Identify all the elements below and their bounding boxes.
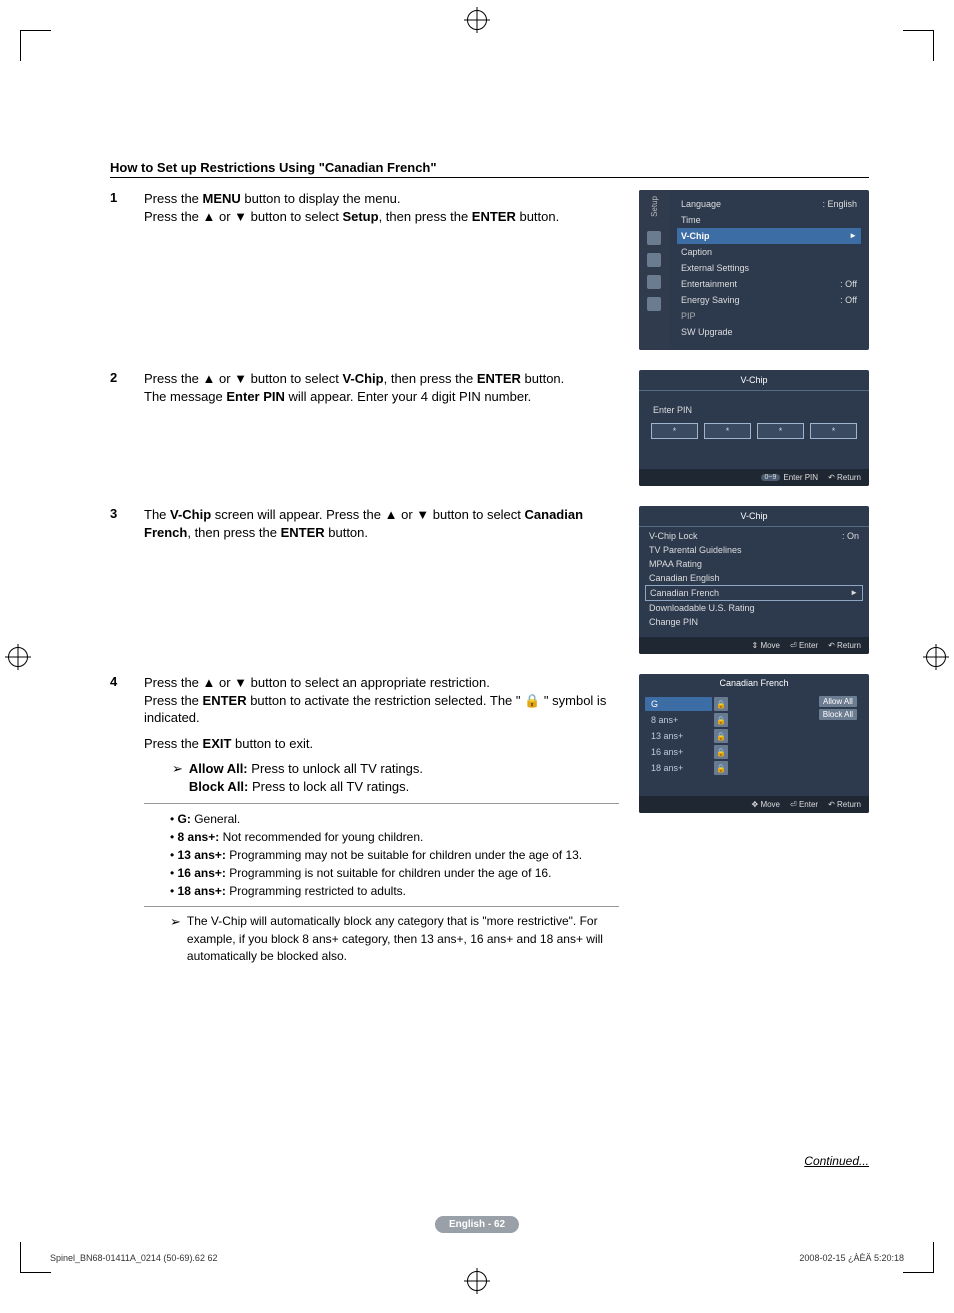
continued-label: Continued... [804,1154,869,1168]
osd-canadian-french: Canadian French G🔒 8 ans+🔒 13 ans+🔒 16 a… [639,674,869,813]
osd-setup-menu: Setup Language: English Time V-Chip► Cap… [639,190,869,350]
osd-title: V-Chip [639,506,869,527]
rating-row-8ans[interactable]: 8 ans+🔒 [645,712,819,728]
step-text: Press the ▲ or ▼ button to select an app… [144,674,619,965]
footer-right: 2008-02-15 ¿ÀÈÄ 5:20:18 [799,1253,904,1263]
menu-item-caption[interactable]: Caption [677,244,861,260]
block-all-button[interactable]: Block All [819,709,857,720]
footer-enter: ⏎ Enter [790,800,818,809]
pin-digit-2[interactable]: * [704,423,751,439]
osd-title: Canadian French [639,674,869,692]
footer-enter: ⏎ Enter [790,641,818,650]
menu-item-vchip-lock[interactable]: V-Chip Lock: On [645,529,863,543]
osd-side-label: Setup [650,196,659,217]
t: Press the ▲ or ▼ button to select [144,209,342,224]
step-number: 3 [110,506,124,656]
t: Setup [342,209,378,224]
ratings-definitions: • G: General. • 8 ans+: Not recommended … [144,803,619,907]
menu-item-downloadable-us[interactable]: Downloadable U.S. Rating [645,601,863,615]
rating-row-16ans[interactable]: 16 ans+🔒 [645,744,819,760]
t: ENTER [472,209,516,224]
t: button. [516,209,559,224]
osd-title: V-Chip [639,370,869,391]
menu-item-energy-saving[interactable]: Energy Saving: Off [677,292,861,308]
pin-digit-1[interactable]: * [651,423,698,439]
t: button to display the menu. [241,191,401,206]
rating-row-g[interactable]: G🔒 [645,696,819,712]
menu-item-canadian-english[interactable]: Canadian English [645,571,863,585]
pin-digit-3[interactable]: * [757,423,804,439]
lock-icon: 🔒 [714,729,728,743]
t: MENU [203,191,241,206]
t: Press the [144,191,203,206]
footer-return: ↶ Return [828,473,861,482]
menu-item-language[interactable]: Language: English [677,196,861,212]
page-number-pill: English - 62 [435,1216,519,1233]
osd-vchip-menu: V-Chip V-Chip Lock: On TV Parental Guide… [639,506,869,654]
step-number: 1 [110,190,124,352]
menu-item-entertainment[interactable]: Entertainment: Off [677,276,861,292]
caption-icon [647,275,661,289]
pin-label: Enter PIN [639,391,869,423]
menu-item-external-settings[interactable]: External Settings [677,260,861,276]
lock-icon: 🔒 [714,745,728,759]
lock-icon: 🔒 [714,697,728,711]
footer-return: ↶ Return [828,641,861,650]
step-number: 4 [110,674,124,965]
menu-item-sw-upgrade[interactable]: SW Upgrade [677,324,861,340]
section-title: How to Set up Restrictions Using "Canadi… [110,160,869,178]
lock-icon: 🔒 [714,761,728,775]
step-number: 2 [110,370,124,488]
menu-item-vchip[interactable]: V-Chip► [677,228,861,244]
footer-move: ✥ Move [752,800,781,809]
gear-icon [647,253,661,267]
pin-digit-4[interactable]: * [810,423,857,439]
menu-item-canadian-french[interactable]: Canadian French► [645,585,863,601]
allow-all-button[interactable]: Allow All [819,696,857,707]
print-footer: Spinel_BN68-01411A_0214 (50-69).62 62 20… [50,1253,904,1263]
arrow-icon: ➢ [172,760,183,795]
rating-row-18ans[interactable]: 18 ans+🔒 [645,760,819,776]
footer-enter-pin: 0~9Enter PIN [761,473,819,482]
step-text: Press the MENU button to display the men… [144,190,619,352]
step-text: The V-Chip screen will appear. Press the… [144,506,619,656]
osd-enter-pin: V-Chip Enter PIN * * * * 0~9Enter PIN ↶ … [639,370,869,486]
screen-icon [647,297,661,311]
footer-left: Spinel_BN68-01411A_0214 (50-69).62 62 [50,1253,217,1263]
arrow-icon: ➢ [170,913,181,965]
menu-item-change-pin[interactable]: Change PIN [645,615,863,629]
rating-row-13ans[interactable]: 13 ans+🔒 [645,728,819,744]
plug-and-play-icon [647,231,661,245]
menu-item-tv-parental[interactable]: TV Parental Guidelines [645,543,863,557]
note: ➢ The V-Chip will automatically block an… [144,913,619,965]
footer-return: ↶ Return [828,800,861,809]
step-text: Press the ▲ or ▼ button to select V-Chip… [144,370,619,488]
t: , then press the [379,209,472,224]
menu-item-mpaa[interactable]: MPAA Rating [645,557,863,571]
menu-item-time[interactable]: Time [677,212,861,228]
menu-item-pip: PIP [677,308,861,324]
lock-icon: 🔒 [714,713,728,727]
footer-move: ⇕ Move [752,641,781,650]
